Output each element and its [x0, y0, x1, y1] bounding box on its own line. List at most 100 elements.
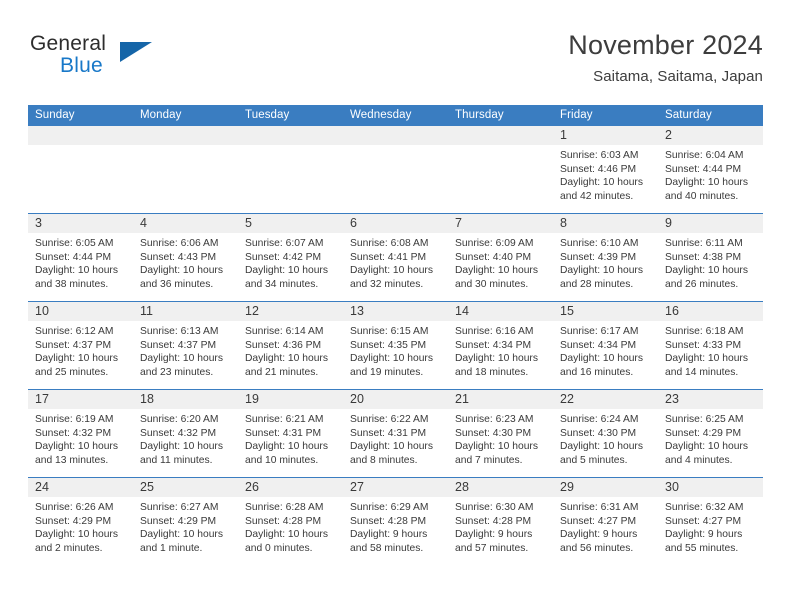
daylight-text: Daylight: 10 hours and 36 minutes. — [140, 265, 223, 290]
day-sun-info: Sunrise: 6:25 AM Sunset: 4:29 PM Daylight:… — [658, 409, 763, 467]
calendar-day-cell[interactable]: 4 Sunrise: 6:06 AM Sunset: 4:43 PM Daylight… — [133, 214, 238, 301]
day-sun-info: Sunrise: 6:06 AM Sunset: 4:43 PM Daylight:… — [133, 233, 238, 291]
daylight-text: Daylight: 10 hours and 38 minutes. — [35, 265, 118, 290]
calendar-week-row: 3 Sunrise: 6:05 AM Sunset: 4:44 PM Daylight… — [28, 213, 763, 301]
sunset-text: Sunset: 4:32 PM — [35, 427, 112, 439]
sunset-text: Sunset: 4:38 PM — [665, 251, 742, 263]
day-sun-info: Sunrise: 6:20 AM Sunset: 4:32 PM Daylight:… — [133, 409, 238, 467]
calendar-day-cell[interactable]: 9 Sunrise: 6:11 AM Sunset: 4:38 PM Daylight… — [658, 214, 763, 301]
day-sun-info: Sunrise: 6:22 AM Sunset: 4:31 PM Daylight:… — [343, 409, 448, 467]
weekday-header-friday: Friday — [560, 109, 593, 121]
calendar-week-row: 1 Sunrise: 6:03 AM Sunset: 4:46 PM Daylight… — [28, 126, 763, 213]
calendar-day-cell[interactable]: 23 Sunrise: 6:25 AM Sunset: 4:29 PM Dayligh… — [658, 390, 763, 477]
sunrise-text: Sunrise: 6:23 AM — [455, 414, 534, 425]
day-sun-info: Sunrise: 6:04 AM Sunset: 4:44 PM Daylight:… — [658, 145, 763, 203]
calendar-day-cell[interactable]: 29 Sunrise: 6:31 AM Sunset: 4:27 PM Dayligh… — [553, 478, 658, 565]
calendar-day-cell[interactable]: 15 Sunrise: 6:17 AM Sunset: 4:34 PM Dayligh… — [553, 302, 658, 389]
calendar-day-cell[interactable]: 8 Sunrise: 6:10 AM Sunset: 4:39 PM Daylight… — [553, 214, 658, 301]
calendar-day-cell[interactable]: 20 Sunrise: 6:22 AM Sunset: 4:31 PM Dayligh… — [343, 390, 448, 477]
daylight-text: Daylight: 10 hours and 10 minutes. — [245, 441, 328, 466]
day-number: 1 — [553, 126, 658, 145]
calendar-day-cell-empty — [448, 126, 553, 213]
day-number: 10 — [28, 302, 133, 321]
day-sun-info: Sunrise: 6:24 AM Sunset: 4:30 PM Daylight:… — [553, 409, 658, 467]
page-header: General Blue November 2024 Saitama, Sait… — [28, 28, 763, 100]
title-block: November 2024 Saitama, Saitama, Japan — [568, 28, 763, 88]
day-number: 30 — [658, 478, 763, 497]
sunrise-text: Sunrise: 6:26 AM — [35, 502, 114, 513]
sunrise-text: Sunrise: 6:18 AM — [665, 326, 744, 337]
calendar-day-cell[interactable]: 19 Sunrise: 6:21 AM Sunset: 4:31 PM Dayligh… — [238, 390, 343, 477]
day-number: 18 — [133, 390, 238, 409]
day-sun-info: Sunrise: 6:32 AM Sunset: 4:27 PM Daylight:… — [658, 497, 763, 555]
calendar-day-cell[interactable]: 1 Sunrise: 6:03 AM Sunset: 4:46 PM Daylight… — [553, 126, 658, 213]
sunset-text: Sunset: 4:44 PM — [665, 163, 742, 175]
calendar-day-cell[interactable]: 2 Sunrise: 6:04 AM Sunset: 4:44 PM Daylight… — [658, 126, 763, 213]
sunrise-text: Sunrise: 6:11 AM — [665, 238, 743, 249]
day-number: 14 — [448, 302, 553, 321]
day-number — [28, 126, 133, 145]
calendar-day-cell[interactable]: 17 Sunrise: 6:19 AM Sunset: 4:32 PM Dayligh… — [28, 390, 133, 477]
calendar-day-cell[interactable]: 7 Sunrise: 6:09 AM Sunset: 4:40 PM Daylight… — [448, 214, 553, 301]
calendar-day-cell[interactable]: 3 Sunrise: 6:05 AM Sunset: 4:44 PM Daylight… — [28, 214, 133, 301]
sunrise-text: Sunrise: 6:25 AM — [665, 414, 744, 425]
calendar-day-cell[interactable]: 10 Sunrise: 6:12 AM Sunset: 4:37 PM Dayligh… — [28, 302, 133, 389]
sunset-text: Sunset: 4:41 PM — [350, 251, 427, 263]
day-number: 16 — [658, 302, 763, 321]
calendar-day-cell[interactable]: 30 Sunrise: 6:32 AM Sunset: 4:27 PM Dayligh… — [658, 478, 763, 565]
daylight-text: Daylight: 10 hours and 25 minutes. — [35, 353, 118, 378]
sunrise-text: Sunrise: 6:04 AM — [665, 150, 744, 161]
daylight-text: Daylight: 10 hours and 4 minutes. — [665, 441, 748, 466]
day-sun-info: Sunrise: 6:21 AM Sunset: 4:31 PM Daylight:… — [238, 409, 343, 467]
day-number — [133, 126, 238, 145]
sunset-text: Sunset: 4:33 PM — [665, 339, 742, 351]
calendar-day-cell[interactable]: 27 Sunrise: 6:29 AM Sunset: 4:28 PM Dayligh… — [343, 478, 448, 565]
sunrise-text: Sunrise: 6:14 AM — [245, 326, 324, 337]
day-number: 3 — [28, 214, 133, 233]
sunrise-text: Sunrise: 6:07 AM — [245, 238, 324, 249]
calendar-day-cell[interactable]: 18 Sunrise: 6:20 AM Sunset: 4:32 PM Dayligh… — [133, 390, 238, 477]
daylight-text: Daylight: 10 hours and 30 minutes. — [455, 265, 538, 290]
weekday-header-tuesday: Tuesday — [245, 109, 290, 121]
day-number: 27 — [343, 478, 448, 497]
calendar-day-cell[interactable]: 12 Sunrise: 6:14 AM Sunset: 4:36 PM Dayligh… — [238, 302, 343, 389]
logo-text-general: General — [30, 32, 107, 55]
calendar-day-cell[interactable]: 16 Sunrise: 6:18 AM Sunset: 4:33 PM Dayligh… — [658, 302, 763, 389]
day-sun-info: Sunrise: 6:08 AM Sunset: 4:41 PM Daylight:… — [343, 233, 448, 291]
calendar-day-cell[interactable]: 6 Sunrise: 6:08 AM Sunset: 4:41 PM Daylight… — [343, 214, 448, 301]
day-sun-info: Sunrise: 6:07 AM Sunset: 4:42 PM Daylight:… — [238, 233, 343, 291]
calendar-day-cell[interactable]: 5 Sunrise: 6:07 AM Sunset: 4:42 PM Daylight… — [238, 214, 343, 301]
sunrise-text: Sunrise: 6:03 AM — [560, 150, 639, 161]
daylight-text: Daylight: 10 hours and 19 minutes. — [350, 353, 433, 378]
day-number — [238, 126, 343, 145]
calendar-day-cell[interactable]: 24 Sunrise: 6:26 AM Sunset: 4:29 PM Dayligh… — [28, 478, 133, 565]
day-number: 15 — [553, 302, 658, 321]
general-blue-logo[interactable]: General Blue — [28, 32, 178, 88]
day-sun-info: Sunrise: 6:05 AM Sunset: 4:44 PM Daylight:… — [28, 233, 133, 291]
calendar-page: General Blue November 2024 Saitama, Sait… — [0, 0, 792, 612]
calendar-day-cell-empty — [28, 126, 133, 213]
calendar-day-cell[interactable]: 25 Sunrise: 6:27 AM Sunset: 4:29 PM Dayligh… — [133, 478, 238, 565]
daylight-text: Daylight: 9 hours and 58 minutes. — [350, 529, 428, 554]
day-sun-info: Sunrise: 6:31 AM Sunset: 4:27 PM Daylight:… — [553, 497, 658, 555]
calendar-day-cell[interactable]: 21 Sunrise: 6:23 AM Sunset: 4:30 PM Dayligh… — [448, 390, 553, 477]
daylight-text: Daylight: 10 hours and 34 minutes. — [245, 265, 328, 290]
daylight-text: Daylight: 10 hours and 21 minutes. — [245, 353, 328, 378]
daylight-text: Daylight: 10 hours and 5 minutes. — [560, 441, 643, 466]
sunrise-text: Sunrise: 6:30 AM — [455, 502, 534, 513]
calendar-day-cell[interactable]: 28 Sunrise: 6:30 AM Sunset: 4:28 PM Dayligh… — [448, 478, 553, 565]
day-sun-info: Sunrise: 6:15 AM Sunset: 4:35 PM Daylight:… — [343, 321, 448, 379]
day-sun-info: Sunrise: 6:17 AM Sunset: 4:34 PM Daylight:… — [553, 321, 658, 379]
calendar-day-cell[interactable]: 11 Sunrise: 6:13 AM Sunset: 4:37 PM Dayligh… — [133, 302, 238, 389]
calendar-grid: Sunday Monday Tuesday Wednesday Thursday Frid… — [28, 105, 763, 565]
calendar-day-cell[interactable]: 13 Sunrise: 6:15 AM Sunset: 4:35 PM Dayligh… — [343, 302, 448, 389]
sunrise-text: Sunrise: 6:28 AM — [245, 502, 324, 513]
day-sun-info: Sunrise: 6:16 AM Sunset: 4:34 PM Daylight:… — [448, 321, 553, 379]
calendar-day-cell[interactable]: 26 Sunrise: 6:28 AM Sunset: 4:28 PM Dayligh… — [238, 478, 343, 565]
day-number: 12 — [238, 302, 343, 321]
calendar-day-cell[interactable]: 14 Sunrise: 6:16 AM Sunset: 4:34 PM Dayligh… — [448, 302, 553, 389]
day-number: 11 — [133, 302, 238, 321]
calendar-day-cell[interactable]: 22 Sunrise: 6:24 AM Sunset: 4:30 PM Dayligh… — [553, 390, 658, 477]
sunset-text: Sunset: 4:31 PM — [245, 427, 322, 439]
calendar-week-row: 24 Sunrise: 6:26 AM Sunset: 4:29 PM Dayligh… — [28, 477, 763, 565]
